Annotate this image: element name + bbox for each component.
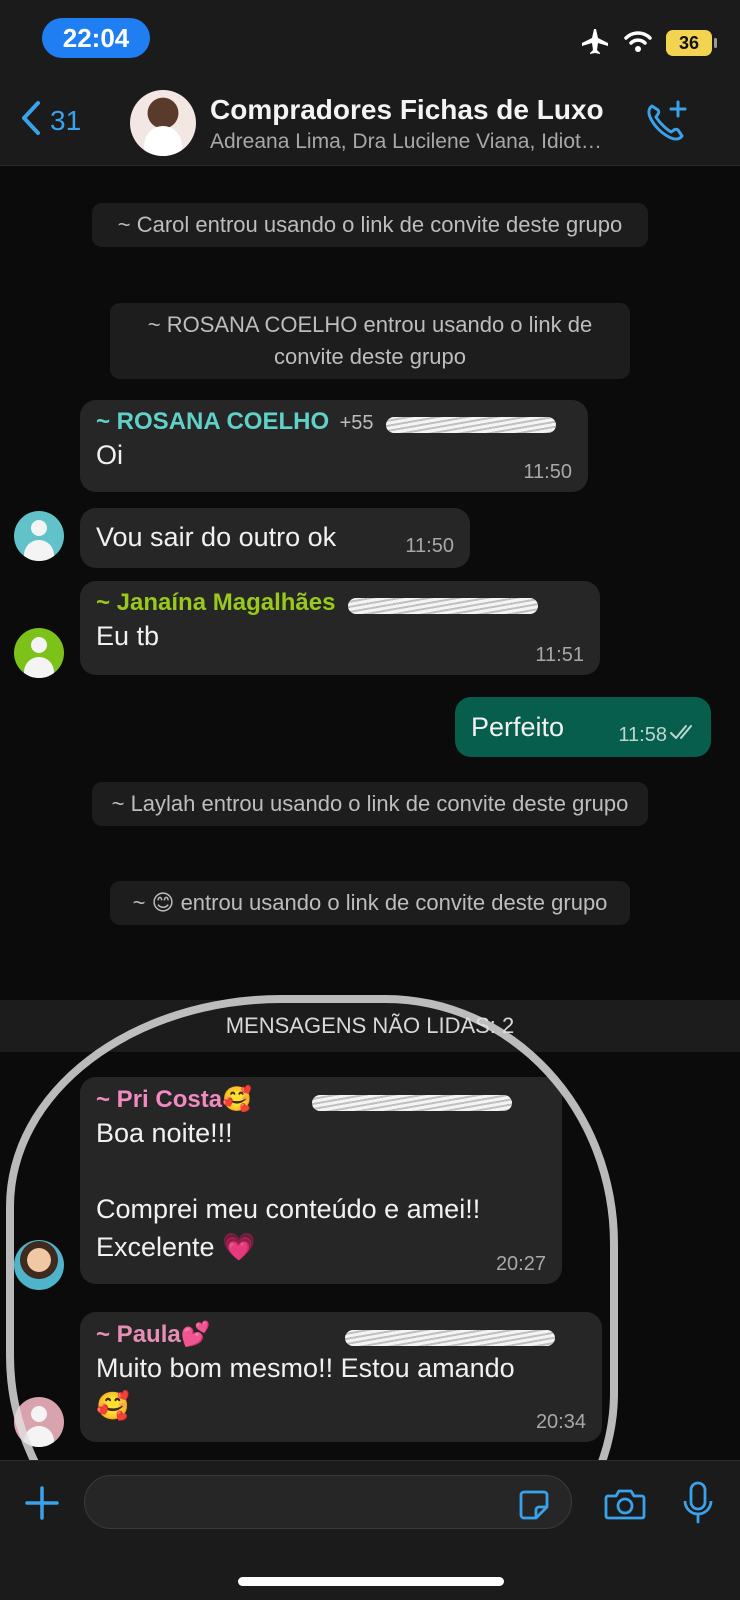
message-time: 11:50 [523, 461, 572, 483]
message-time: 11:50 [405, 535, 454, 557]
avatar[interactable] [14, 1240, 64, 1290]
input-bar [0, 1460, 740, 1600]
back-button[interactable]: 31 [20, 100, 81, 141]
system-message: ~ Laylah entrou usando o link de convite… [92, 782, 648, 826]
message-text: Boa noite!!! Comprei meu conteúdo e amei… [96, 1118, 481, 1262]
message-input[interactable] [84, 1475, 572, 1529]
double-check-icon [669, 724, 699, 745]
outgoing-message[interactable]: Perfeito 11:58 [455, 697, 711, 757]
camera-button[interactable] [604, 1487, 646, 1526]
sender-phone-prefix: +55 [339, 412, 374, 434]
group-members[interactable]: Adreana Lima, Dra Lucilene Viana, Idiot… [210, 130, 602, 154]
system-message: ~ Carol entrou usando o link de convite … [92, 203, 648, 247]
system-message: ~ 😊 entrou usando o link de convite dest… [110, 881, 630, 925]
sender-name[interactable]: ~ ROSANA COELHO [96, 408, 329, 435]
voice-message-button[interactable] [682, 1481, 714, 1530]
sender-name[interactable]: ~ Paula💕 [96, 1321, 211, 1348]
status-time: 22:04 [42, 18, 150, 58]
status-bar: 22:04 36 [0, 0, 740, 78]
attach-button[interactable] [24, 1485, 60, 1526]
avatar[interactable] [14, 1397, 64, 1447]
message-text: Muito bom mesmo!! Estou amando 🥰 [96, 1353, 515, 1421]
redaction-scribble [385, 416, 556, 433]
incoming-message[interactable]: ~ Janaína Magalhães Eu tb 11:51 [80, 581, 600, 675]
sender-name[interactable]: ~ Janaína Magalhães [96, 589, 335, 616]
redaction-scribble [347, 597, 538, 614]
status-icons: 36 [580, 27, 717, 60]
message-time: 20:34 [535, 1411, 586, 1433]
redaction-scribble [345, 1329, 556, 1346]
redaction-scribble [312, 1094, 513, 1111]
wifi-icon [624, 30, 652, 57]
microphone-icon [682, 1481, 714, 1529]
sticker-button[interactable] [518, 1489, 550, 1526]
incoming-message[interactable]: Vou sair do outro ok 11:50 [80, 508, 470, 568]
phone-plus-icon [644, 100, 688, 148]
incoming-message[interactable]: ~ Pri Costa🥰 Boa noite!!! Comprei meu co… [80, 1077, 562, 1284]
airplane-icon [580, 27, 610, 60]
chevron-left-icon [20, 100, 42, 141]
battery-icon: 36 [666, 30, 717, 56]
sticker-icon [518, 1490, 550, 1525]
chat-header: 31 Compradores Fichas de Luxo Adreana Li… [0, 78, 740, 166]
system-message: ~ ROSANA COELHO entrou usando o link de … [110, 303, 630, 379]
plus-icon [24, 1486, 60, 1525]
chat-area[interactable]: ~ Carol entrou usando o link de convite … [0, 167, 740, 1460]
incoming-message[interactable]: ~ ROSANA COELHO +55 Oi 11:50 [80, 400, 588, 492]
camera-icon [604, 1489, 646, 1525]
incoming-message[interactable]: ~ Paula💕 Muito bom mesmo!! Estou amando … [80, 1312, 602, 1442]
unread-chats-count: 31 [50, 104, 82, 136]
message-text: Vou sair do outro ok [96, 522, 337, 552]
sender-name[interactable]: ~ Pri Costa🥰 [96, 1086, 252, 1113]
add-call-button[interactable] [644, 100, 688, 149]
message-time: 11:51 [535, 644, 584, 666]
message-text: Eu tb [96, 621, 160, 651]
home-indicator [238, 1577, 504, 1586]
avatar[interactable] [14, 511, 64, 561]
message-time: 11:58 [618, 724, 667, 746]
group-avatar[interactable] [130, 90, 196, 156]
group-title[interactable]: Compradores Fichas de Luxo [210, 94, 604, 126]
unread-messages-divider: MENSAGENS NÃO LIDAS: 2 [0, 1000, 740, 1052]
avatar[interactable] [14, 628, 64, 678]
message-time: 20:27 [495, 1253, 546, 1275]
message-text: Oi [96, 440, 123, 470]
